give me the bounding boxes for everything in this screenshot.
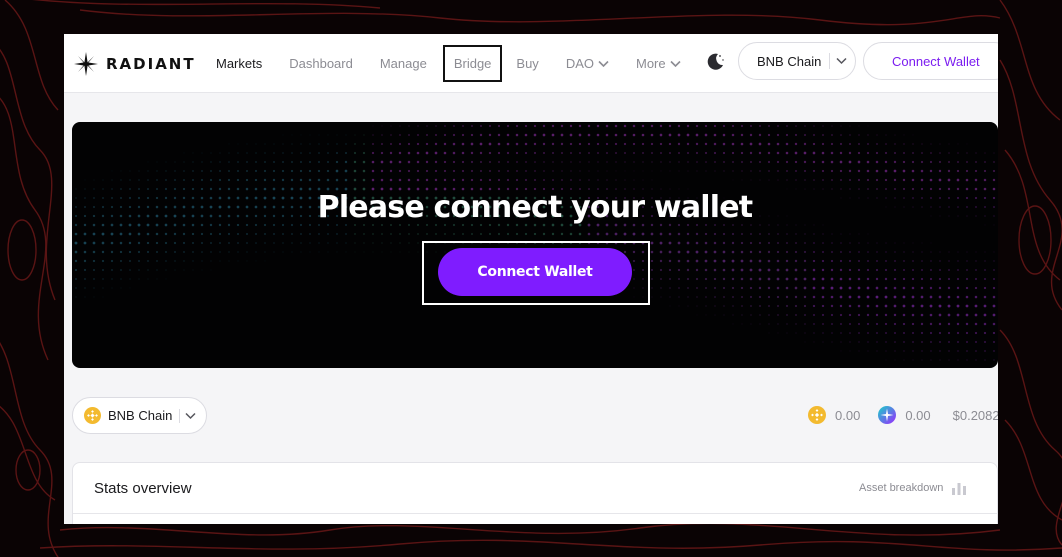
radiant-star-icon — [74, 52, 98, 76]
asset-breakdown-link[interactable]: Asset breakdown — [859, 481, 967, 495]
hero-title: Please connect your wallet — [317, 190, 754, 225]
nav-bridge[interactable]: Bridge — [442, 45, 503, 82]
chevron-down-icon — [670, 60, 681, 67]
main-nav: Markets Dashboard Manage Bridge Buy DAO … — [216, 34, 708, 93]
bar-chart-icon — [952, 483, 967, 495]
radiant-logo[interactable]: RADIANT — [74, 51, 196, 77]
divider — [179, 408, 181, 423]
nav-more-label: More — [635, 56, 666, 71]
chevron-down-icon — [185, 412, 196, 419]
chain-selector-label: BNB Chain — [757, 53, 822, 69]
connect-wallet-label: Connect Wallet — [892, 53, 980, 69]
app-window: RADIANT Markets Dashboard Manage Bridge … — [64, 34, 998, 524]
chevron-down-icon — [598, 60, 609, 67]
divider — [73, 513, 998, 514]
nav-buy-label: Buy — [516, 56, 539, 71]
hero-banner: Please connect your wallet Connect Walle… — [72, 122, 998, 368]
rdnt-price: $0.2082 — [952, 407, 998, 423]
token-balances: 0.00 0.00 $0.2082 — [808, 405, 998, 425]
stats-overview-card: Stats overview Asset breakdown — [72, 462, 998, 524]
connect-wallet-label: Connect Wallet — [477, 264, 593, 280]
rdnt-token-icon — [878, 406, 897, 424]
theme-toggle-button[interactable] — [704, 51, 726, 73]
nav-dao-label: DAO — [565, 56, 594, 71]
nav-dashboard-label: Dashboard — [289, 56, 353, 71]
asset-breakdown-label: Asset breakdown — [859, 482, 944, 494]
nav-markets[interactable]: Markets — [216, 56, 262, 71]
top-navigation-bar: RADIANT Markets Dashboard Manage Bridge … — [64, 34, 998, 93]
bnb-balance-value: 0.00 — [835, 407, 861, 423]
bnb-token-icon — [808, 406, 826, 424]
nav-manage-label: Manage — [379, 56, 427, 71]
market-chain-selector[interactable]: BNB Chain — [72, 397, 207, 434]
nav-dao[interactable]: DAO — [566, 56, 609, 71]
rdnt-balance-value: 0.00 — [905, 407, 931, 423]
bnb-balance: 0.00 — [808, 406, 860, 424]
nav-manage[interactable]: Manage — [380, 56, 427, 71]
chain-selector-button[interactable]: BNB Chain — [738, 42, 856, 80]
nav-markets-label: Markets — [216, 56, 263, 71]
chevron-down-icon — [836, 57, 847, 65]
logo-wordmark: RADIANT — [106, 55, 196, 73]
nav-dashboard[interactable]: Dashboard — [289, 56, 353, 71]
nav-buy[interactable]: Buy — [516, 56, 538, 71]
connect-wallet-button-header[interactable]: Connect Wallet — [863, 42, 998, 80]
nav-bridge-label: Bridge — [453, 56, 492, 71]
moon-icon — [707, 53, 724, 70]
nav-more[interactable]: More — [636, 56, 681, 71]
rdnt-balance: 0.00 — [878, 406, 931, 424]
divider — [829, 53, 831, 69]
connect-wallet-button[interactable]: Connect Wallet — [438, 248, 632, 296]
chain-label: BNB Chain — [108, 408, 173, 423]
stats-title: Stats overview — [94, 480, 192, 497]
bnb-chain-icon — [84, 407, 101, 424]
